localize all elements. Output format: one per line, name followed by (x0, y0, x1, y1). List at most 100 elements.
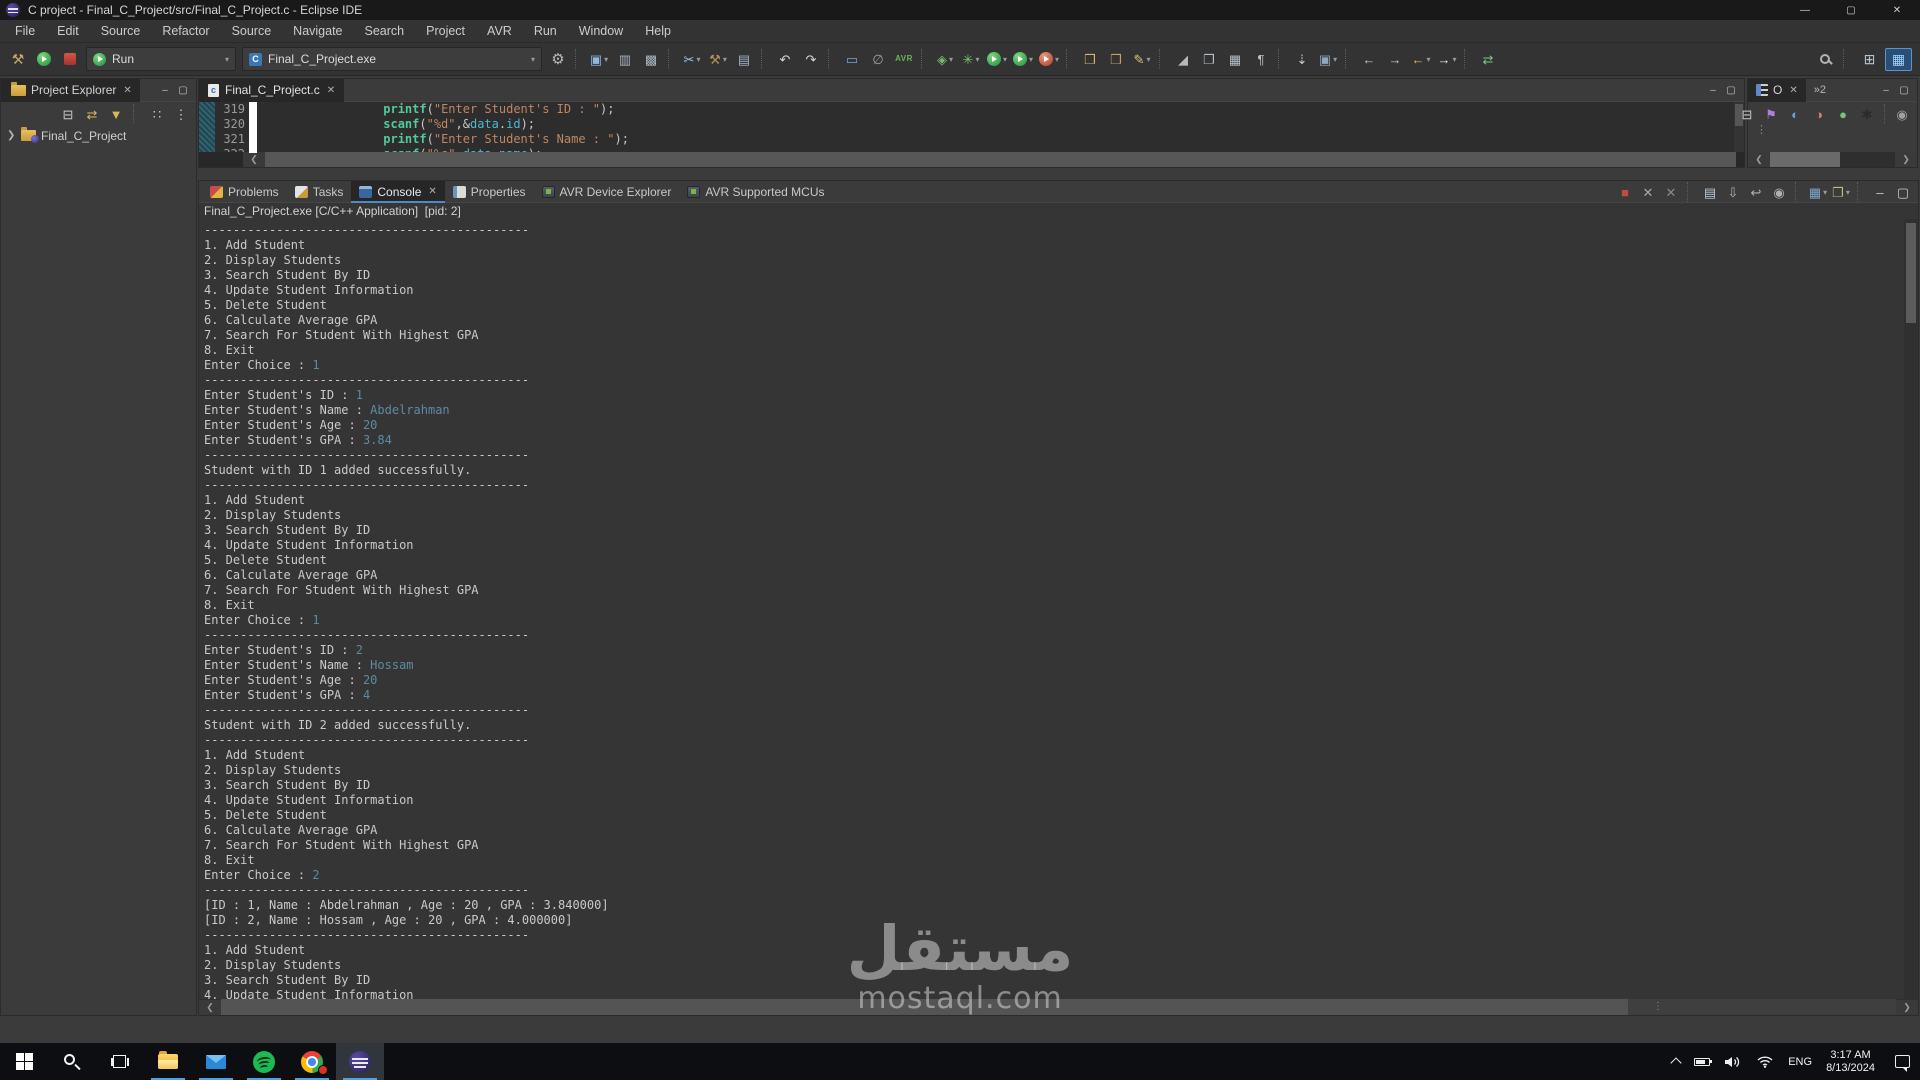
tab-tasks[interactable]: Tasks (287, 181, 352, 203)
copy-view-button[interactable]: ❐ (1197, 47, 1221, 71)
taskbar-search-button[interactable] (48, 1043, 96, 1080)
menu-avr[interactable]: AVR (476, 20, 523, 42)
coverage-button[interactable]: ◈▾ (933, 47, 957, 71)
scroll-right-icon[interactable]: ❯ (1895, 152, 1917, 167)
close-icon[interactable]: ✕ (327, 85, 335, 96)
pin-editor-button[interactable]: ▣▾ (1316, 47, 1340, 71)
build-hammer-button[interactable]: ⚒ (6, 47, 30, 71)
goto-last-edit-button[interactable]: ⇣ (1290, 47, 1314, 71)
back-button[interactable]: ← (1357, 47, 1381, 71)
maximize-view-button[interactable]: ▢ (1895, 85, 1913, 96)
tab-avr-supported-mcus[interactable]: AVR Supported MCUs (679, 181, 832, 203)
run-as-button[interactable]: ▾ (1011, 47, 1035, 71)
menu-search[interactable]: Search (354, 20, 416, 42)
battery-icon[interactable] (1694, 1058, 1710, 1066)
volume-icon[interactable] (1724, 1055, 1742, 1069)
build-all-button[interactable]: ✂▾ (680, 47, 704, 71)
collapse-all-button[interactable]: ⊟ (58, 104, 78, 124)
run-button[interactable]: ▾ (985, 47, 1009, 71)
terminate-button[interactable] (58, 47, 82, 71)
more-tabs-indicator[interactable]: »2 (1814, 84, 1826, 96)
link-with-editor-button[interactable]: ⇄ (82, 104, 102, 124)
open-console-button[interactable]: ❐▾ (1831, 182, 1851, 202)
close-window-button[interactable]: ✕ (1874, 0, 1920, 20)
menu-help[interactable]: Help (634, 20, 682, 42)
tab-final-c-project[interactable]: Final_C_Project.c ✕ (199, 79, 344, 102)
scroll-lock-button[interactable]: ⇩ (1723, 182, 1743, 202)
remove-launch-button[interactable]: ✕ (1638, 182, 1658, 202)
next-edit-location-button[interactable]: →▾ (1435, 47, 1459, 71)
code-editor[interactable]: 319320321322 printf("Enter Student's ID … (199, 102, 1744, 153)
tab-console[interactable]: Console✕ (351, 181, 444, 203)
maximize-view-button[interactable]: ▢ (1722, 85, 1740, 96)
profile-button[interactable]: ▾ (1037, 47, 1061, 71)
taskbar-mail-button[interactable] (192, 1043, 240, 1080)
action-center-icon[interactable] (1895, 1055, 1910, 1068)
terminate-button[interactable]: ■ (1615, 182, 1635, 202)
scrollbar-thumb[interactable] (265, 152, 1736, 167)
scrollbar-thumb[interactable] (1770, 152, 1840, 167)
hide-static-button[interactable]: ◑ (1809, 104, 1829, 124)
minimize-button[interactable]: – (1870, 182, 1890, 202)
taskbar-chrome-button[interactable] (288, 1043, 336, 1080)
console-output[interactable]: ----------------------------------------… (199, 219, 1904, 999)
minimize-window-button[interactable]: — (1782, 0, 1828, 20)
launch-binary-dropdown[interactable]: C Final_C_Project.exe ▾ (242, 47, 542, 71)
language-indicator[interactable]: ENG (1788, 1056, 1812, 1068)
open-perspective-button[interactable]: ⊞ (1856, 48, 1883, 71)
menu-run[interactable]: Run (523, 20, 568, 42)
search-button[interactable] (1812, 47, 1838, 71)
last-edit-location-button[interactable]: ←▾ (1409, 47, 1433, 71)
build-file-button[interactable]: ▤ (732, 47, 756, 71)
scrollbar-thumb[interactable] (221, 999, 1628, 1015)
debug-button[interactable]: ✳▾ (959, 47, 983, 71)
console-horizontal-scrollbar[interactable]: ❮ ⋮ ❯ (199, 999, 1918, 1015)
taskbar-spotify-button[interactable] (240, 1043, 288, 1080)
filter-button[interactable]: ▼ (106, 104, 126, 124)
scroll-left-icon[interactable]: ❮ (1748, 152, 1770, 167)
next-wrench-button[interactable]: ↷ (799, 47, 823, 71)
clear-console-button[interactable]: ▤ (1700, 182, 1720, 202)
forward-button[interactable]: → (1383, 47, 1407, 71)
close-icon[interactable]: ✕ (123, 85, 131, 96)
view-menu-button[interactable]: ⋮ (171, 104, 191, 124)
menu-project[interactable]: Project (415, 20, 476, 42)
maximize-window-button[interactable]: ▢ (1828, 0, 1874, 20)
word-wrap-button[interactable]: ↩ (1746, 182, 1766, 202)
remove-all-launches-button[interactable]: ✕ (1661, 182, 1681, 202)
new-wizard-button[interactable]: ▣▾ (587, 47, 611, 71)
taskbar-start-button[interactable] (0, 1043, 48, 1080)
close-icon[interactable]: ✕ (428, 186, 436, 197)
hide-non-public-button[interactable]: ● (1833, 104, 1853, 124)
minimize-view-button[interactable]: – (156, 85, 174, 96)
menu-edit[interactable]: Edit (46, 20, 90, 42)
minimize-view-button[interactable]: – (1704, 85, 1722, 96)
scroll-left-icon[interactable]: ❮ (243, 152, 265, 167)
console-vertical-scrollbar[interactable] (1904, 219, 1918, 999)
filter-button[interactable]: ✱ (1857, 104, 1877, 124)
tab-outline[interactable]: O ✕ (1748, 79, 1806, 102)
link-with-editor-button[interactable]: ⇄ (1476, 47, 1500, 71)
tab-properties[interactable]: Properties (445, 181, 534, 203)
tray-expand-icon[interactable] (1671, 1057, 1682, 1068)
menu-source[interactable]: Source (221, 20, 283, 42)
cpp-perspective-button[interactable]: ▦ (1885, 48, 1912, 71)
open-type-button[interactable]: ❒ (1078, 47, 1102, 71)
menu-file[interactable]: File (4, 20, 46, 42)
minimize-view-button[interactable]: – (1877, 85, 1895, 96)
external-tools-gear-button[interactable]: ⚙ (546, 47, 570, 71)
menu-navigate[interactable]: Navigate (282, 20, 353, 42)
table-view-button[interactable]: ▦ (1223, 47, 1247, 71)
hide-fields-button[interactable]: ◐ (1785, 104, 1805, 124)
scroll-left-icon[interactable]: ❮ (199, 1000, 221, 1015)
tab-problems[interactable]: Problems (202, 181, 287, 203)
wifi-icon[interactable] (1756, 1055, 1774, 1068)
maximize-view-button[interactable]: ▢ (174, 85, 192, 96)
save-all-button[interactable]: ▩ (639, 47, 663, 71)
scroll-right-icon[interactable]: ❯ (1896, 1000, 1918, 1015)
tab-project-explorer[interactable]: Project Explorer ✕ (1, 79, 140, 102)
build-project-button[interactable]: ⚒▾ (706, 47, 730, 71)
collapse-all-button[interactable]: ⊟ (1737, 104, 1757, 124)
clock[interactable]: 3:17 AM 8/13/2024 (1826, 1049, 1875, 1075)
taskbar-task-view-button[interactable] (96, 1043, 144, 1080)
